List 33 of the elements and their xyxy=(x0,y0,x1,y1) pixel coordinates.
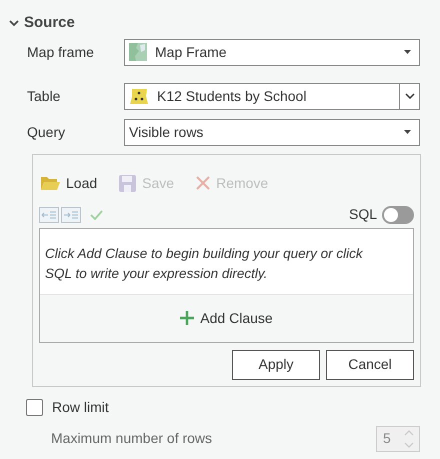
field-label: Map frame xyxy=(27,42,95,62)
field-label: Query xyxy=(27,122,66,142)
sql-toggle[interactable] xyxy=(382,206,414,224)
dropdown-value: Map Frame xyxy=(155,42,227,62)
row-limit-checkbox[interactable] xyxy=(26,398,43,416)
dropdown[interactable]: Map Frame xyxy=(124,38,420,66)
spinner-value: 5 xyxy=(383,429,391,448)
indent-icon[interactable] xyxy=(61,206,81,222)
dropdown[interactable]: K12 Students by School xyxy=(124,82,420,110)
checkmark-icon[interactable] xyxy=(90,210,103,220)
point-layer-icon xyxy=(129,87,149,105)
checkbox-label: Row limit xyxy=(52,398,109,416)
hint-text: Click Add Clause to begin building your query or click SQL to write your expression directly. xyxy=(45,244,364,283)
dropdown-value: K12 Students by School xyxy=(157,86,306,106)
outdent-icon[interactable] xyxy=(39,206,59,222)
map-icon xyxy=(129,43,147,61)
chevron-icon xyxy=(404,93,414,99)
section-title[interactable]: Source xyxy=(24,12,75,34)
caret-icon xyxy=(404,130,411,134)
add-clause-button[interactable]: Add Clause xyxy=(180,308,273,328)
x-icon xyxy=(196,176,210,190)
chevron-icon[interactable] xyxy=(9,19,19,28)
dropdown[interactable]: Visible rows xyxy=(124,118,420,146)
dialog-button[interactable]: Cancel xyxy=(326,350,414,380)
dropdown-value: Visible rows xyxy=(129,122,204,142)
folder-icon xyxy=(40,175,60,191)
toolbar-button[interactable]: Load xyxy=(40,172,98,194)
plus-icon xyxy=(180,311,194,325)
field-label: Table xyxy=(27,86,62,106)
sql-label: SQL xyxy=(348,205,377,224)
max-rows-label: Maximum number of rows xyxy=(51,429,212,448)
caret-icon xyxy=(404,50,411,54)
dialog-button[interactable]: Apply xyxy=(232,350,320,380)
